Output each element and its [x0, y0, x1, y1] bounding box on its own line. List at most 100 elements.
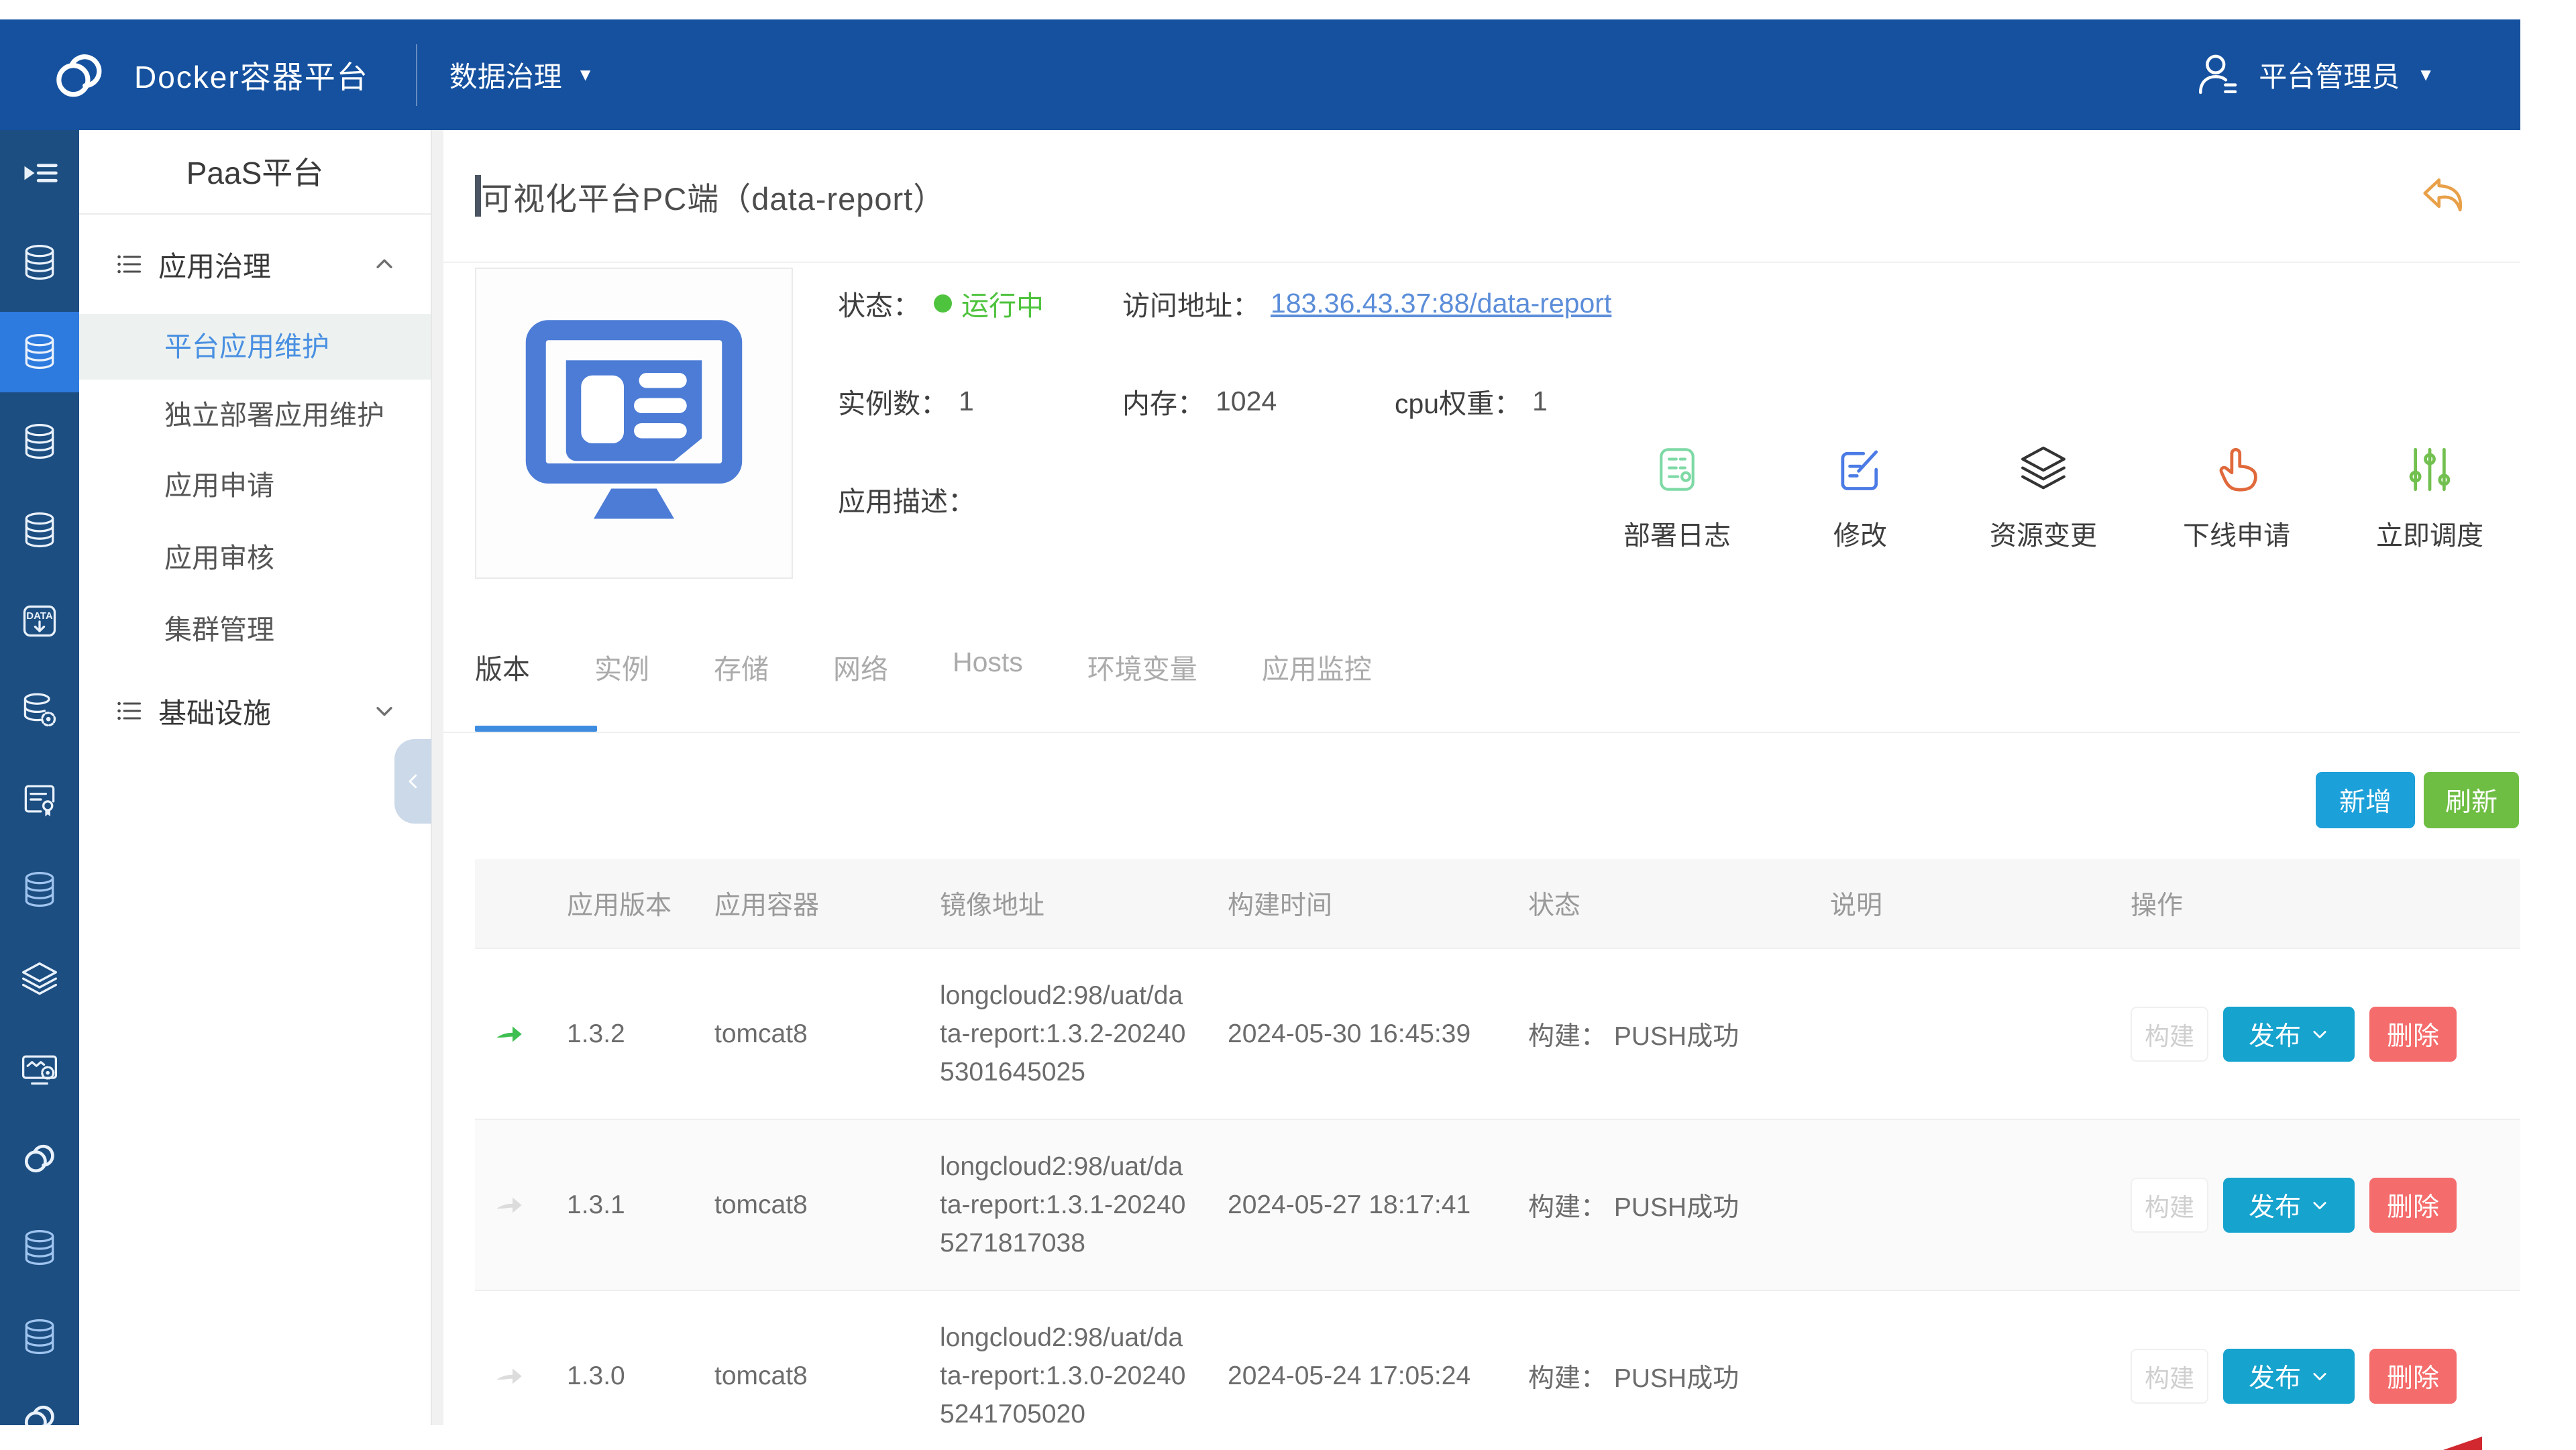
cell-image: longcloud2:98/uat/data-report:1.3.2-2024… [913, 949, 1201, 1119]
action-schedule-now[interactable]: 立即调度 [2376, 444, 2483, 553]
table-row: 1.3.0 tomcat8 longcloud2:98/uat/data-rep… [475, 1290, 2520, 1425]
cell-status: 构建： PUSH成功 [1501, 949, 1803, 1119]
rail-item-database-icon[interactable] [0, 850, 79, 930]
delete-button[interactable]: 删除 [2369, 1007, 2457, 1062]
header-current [475, 859, 540, 948]
back-reply-button[interactable] [2414, 168, 2471, 224]
rail-item-certificate-icon[interactable] [0, 760, 79, 840]
sidebar-section-app-governance[interactable]: 应用治理 [79, 232, 431, 296]
sidebar-item-cluster-management[interactable]: 集群管理 [79, 597, 431, 663]
navbar-divider [416, 44, 417, 106]
edit-icon [1835, 444, 1886, 495]
nav-menu-label: 数据治理 [449, 54, 562, 95]
icon-rail [0, 130, 79, 1425]
header-note: 说明 [1803, 859, 2104, 948]
rail-item-menu-collapse-icon[interactable] [0, 133, 79, 213]
sidebar-item-standalone-app-maintenance[interactable]: 独立部署应用维护 [79, 382, 431, 448]
schedule-sliders-icon [2404, 444, 2455, 495]
instances-label: 实例数： [838, 381, 948, 421]
build-button[interactable]: 构建 [2131, 1349, 2208, 1404]
header-build-time: 构建时间 [1201, 859, 1501, 948]
header-status: 状态 [1501, 859, 1803, 948]
rail-item-database-gear-icon[interactable] [0, 671, 79, 751]
reply-arrow-icon [2414, 168, 2471, 224]
action-deploy-log[interactable]: 部署日志 [1623, 444, 1731, 553]
access-url-link[interactable]: 183.36.43.37:88/data-report [1271, 288, 1611, 319]
refresh-button[interactable]: 刷新 [2424, 772, 2519, 828]
tab-hosts[interactable]: Hosts [953, 647, 1023, 687]
header-image-address: 镜像地址 [913, 859, 1201, 948]
active-tab-underline [475, 726, 597, 732]
sidebar-section-infrastructure[interactable]: 基础设施 [79, 679, 431, 743]
sidebar-item-app-review[interactable]: 应用审核 [79, 525, 431, 591]
page-title: 可视化平台PC端（data-report） [481, 173, 945, 219]
action-edit[interactable]: 修改 [1817, 444, 1904, 553]
rail-item-database-icon[interactable] [0, 402, 79, 482]
page-header: 可视化平台PC端（data-report） [443, 130, 2520, 263]
table-row: 1.3.2 tomcat8 longcloud2:98/uat/data-rep… [475, 948, 2520, 1119]
cell-build-time: 2024-05-27 18:17:41 [1201, 1120, 1501, 1290]
current-version-arrow-icon [494, 1019, 525, 1050]
cell-status: 构建： PUSH成功 [1501, 1291, 1803, 1425]
version-arrow-icon [494, 1361, 525, 1392]
cell-container: tomcat8 [688, 949, 913, 1119]
chevron-down-icon [373, 700, 396, 722]
rail-item-swirl-icon[interactable] [0, 1118, 79, 1198]
cpu-label: cpu权重： [1395, 381, 1521, 421]
chevron-down-icon: ▼ [2417, 64, 2434, 85]
sidebar-collapse-handle[interactable] [394, 739, 431, 824]
action-resource-change[interactable]: 资源变更 [1990, 444, 2097, 553]
tab-app-monitor[interactable]: 应用监控 [1262, 647, 1372, 687]
tab-divider-line [443, 732, 2520, 733]
brand-title: Docker容器平台 [134, 53, 369, 97]
rail-item-data-flow-icon[interactable] [0, 581, 79, 661]
resource-layers-icon [2018, 444, 2069, 495]
sidebar-section-label: 应用治理 [158, 244, 271, 285]
rail-item-swirl-icon[interactable] [0, 1379, 79, 1425]
rail-item-database-icon[interactable] [0, 223, 79, 303]
cpu-field: cpu权重： 1 [1395, 382, 1548, 420]
top-navbar: Docker容器平台 数据治理 ▼ 平台管理员 ▼ [0, 19, 2520, 130]
sidebar-item-platform-app-maintenance[interactable]: 平台应用维护 [79, 314, 431, 380]
status-dot-icon [934, 294, 952, 313]
add-button[interactable]: 新增 [2316, 772, 2415, 828]
tab-network[interactable]: 网络 [833, 647, 888, 687]
cell-version: 1.3.2 [540, 949, 688, 1119]
action-offline-request[interactable]: 下线申请 [2183, 444, 2290, 553]
main-content: 可视化平台PC端（data-report） 状态： 运行中 访问地址： 183.… [443, 130, 2520, 1425]
publish-button[interactable]: 发布 [2223, 1178, 2355, 1233]
delete-button[interactable]: 删除 [2369, 1178, 2457, 1233]
header-operations: 操作 [2104, 859, 2520, 948]
title-accent-bar [475, 175, 481, 217]
offline-hand-icon [2211, 444, 2262, 495]
cell-version: 1.3.1 [540, 1120, 688, 1290]
tab-version[interactable]: 版本 [475, 647, 530, 687]
rail-item-database-icon[interactable] [0, 1297, 79, 1378]
user-menu[interactable]: 平台管理员 ▼ [2193, 51, 2434, 99]
build-button[interactable]: 构建 [2131, 1178, 2208, 1233]
nav-menu-data-governance[interactable]: 数据治理 ▼ [449, 54, 594, 95]
sidebar-item-app-apply[interactable]: 应用申请 [79, 453, 431, 518]
tab-instances[interactable]: 实例 [594, 647, 649, 687]
build-button[interactable]: 构建 [2131, 1007, 2208, 1062]
cell-note [1803, 949, 2104, 1119]
rail-item-database-icon[interactable] [0, 1208, 79, 1288]
publish-button[interactable]: 发布 [2223, 1349, 2355, 1404]
cell-build-time: 2024-05-24 17:05:24 [1201, 1291, 1501, 1425]
delete-button[interactable]: 删除 [2369, 1349, 2457, 1404]
rail-item-database-server-icon[interactable] [0, 490, 79, 571]
cpu-value: 1 [1532, 386, 1548, 417]
tab-storage[interactable]: 存储 [714, 647, 769, 687]
tab-env-vars[interactable]: 环境变量 [1087, 647, 1197, 687]
rail-item-monitor-gear-icon[interactable] [0, 1029, 79, 1109]
app-icon-box [475, 268, 793, 579]
corner-red-artifact [2443, 1437, 2482, 1450]
chevron-down-icon [2310, 1196, 2329, 1215]
header-app-container: 应用容器 [688, 859, 913, 948]
version-arrow-icon [494, 1190, 525, 1221]
publish-button[interactable]: 发布 [2223, 1007, 2355, 1062]
rail-item-layers-icon[interactable] [0, 940, 79, 1020]
header-app-version: 应用版本 [540, 859, 688, 948]
cell-image: longcloud2:98/uat/data-report:1.3.1-2024… [913, 1120, 1201, 1290]
rail-item-database-active-icon[interactable] [0, 312, 79, 392]
